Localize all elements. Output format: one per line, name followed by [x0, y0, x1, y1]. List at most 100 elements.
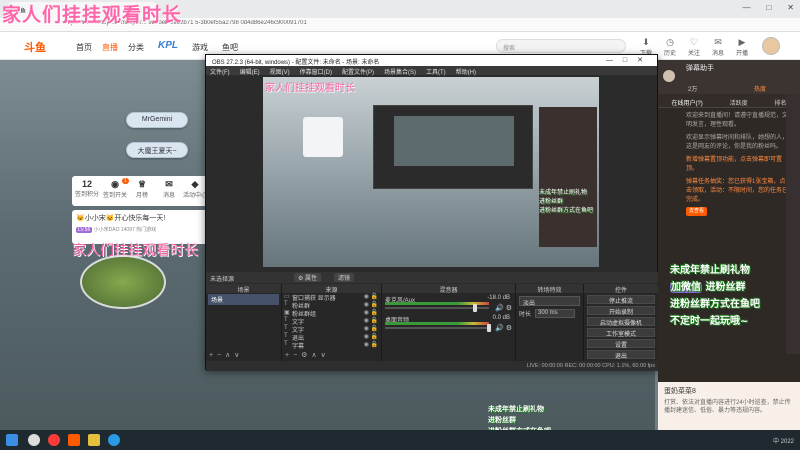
stat-monthly[interactable]: ♕ 月榜: [129, 179, 155, 199]
audio-meter: [385, 322, 489, 325]
eye-icon[interactable]: ◉: [364, 309, 369, 316]
slider-knob[interactable]: [486, 324, 491, 332]
lock-icon[interactable]: 🔓: [371, 333, 378, 340]
douyu-app-icon[interactable]: [68, 434, 80, 446]
app-icon[interactable]: [88, 434, 100, 446]
start-recording-button[interactable]: 开始录制: [587, 306, 655, 316]
minimize-icon[interactable]: —: [742, 3, 750, 12]
source-toolbar[interactable]: +−⚙∧∨: [285, 351, 330, 359]
lock-icon[interactable]: 🔓: [371, 309, 378, 316]
nav-live[interactable]: 直播: [102, 42, 118, 53]
properties-button[interactable]: ⚙ 属性: [294, 273, 322, 282]
windows-start-icon[interactable]: [6, 434, 18, 446]
menu-view[interactable]: 视图(V): [270, 67, 290, 76]
nav-games[interactable]: 游戏: [192, 42, 208, 53]
lock-icon[interactable]: 🔓: [371, 293, 378, 300]
source-item[interactable]: ▭ 窗口捕获 显示器 ◉ 🔓: [282, 293, 381, 302]
eye-icon[interactable]: ◉: [364, 317, 369, 324]
stat-signin[interactable]: ◉ 签到开关: [102, 179, 128, 199]
filters-button[interactable]: 滤镜: [334, 273, 355, 282]
nav-yuba[interactable]: 鱼吧: [222, 42, 238, 53]
mixer-channel: 麦克风/Aux -18.0 dB 🔊 ⚙: [385, 295, 512, 312]
site-logo[interactable]: 斗鱼: [24, 39, 46, 55]
history-icon[interactable]: ◷ 历史: [660, 37, 680, 57]
studio-mode-button[interactable]: 工作室模式: [587, 328, 655, 338]
settings-button[interactable]: 设置: [587, 339, 655, 349]
post-card[interactable]: 🐱小小宋🐱开心快乐每一天! LV.56 小小宋DAO 14097 热门游戏: [72, 210, 210, 244]
tab-rank[interactable]: 排名: [775, 98, 787, 107]
announcement-title: 蛋奶菜菜8: [664, 388, 696, 395]
eye-icon[interactable]: ◉: [364, 333, 369, 340]
lock-icon[interactable]: 🔓: [371, 301, 378, 308]
broadcast-icon[interactable]: ▶ 开播: [732, 37, 752, 57]
stat-message[interactable]: ✉ 消息: [156, 179, 182, 199]
obs-window-controls[interactable]: —□✕: [606, 56, 653, 64]
speaker-icon[interactable]: 🔊: [495, 304, 504, 312]
transition-select[interactable]: 淡出: [519, 296, 580, 307]
menu-profile[interactable]: 配置文件(P): [342, 67, 374, 76]
dock-mixer: 混音器 麦克风/Aux -18.0 dB 🔊 ⚙ 桌面音频 0.0 dB 🔊 ⚙: [382, 284, 516, 361]
nav-home[interactable]: 首页: [76, 42, 92, 53]
source-item[interactable]: T 字幕 ◉ 🔓: [282, 341, 381, 350]
source-item[interactable]: T 退出 ◉ 🔓: [282, 333, 381, 342]
hot-label: 热度: [754, 87, 767, 93]
close-icon[interactable]: ✕: [787, 3, 794, 12]
slider-knob[interactable]: [473, 304, 478, 312]
follow-icon[interactable]: ♡ 关注: [684, 37, 704, 57]
eye-icon[interactable]: ◉: [364, 325, 369, 332]
stop-streaming-button[interactable]: 停止推流: [587, 295, 655, 305]
viewer-pill: MrGemini: [126, 112, 188, 128]
gear-icon[interactable]: ⚙: [506, 304, 512, 312]
dock-title: 场景: [206, 284, 281, 294]
menu-scene-collection[interactable]: 场景集合(S): [384, 67, 416, 76]
obs-app-icon[interactable]: [28, 434, 40, 446]
app-icon[interactable]: [48, 434, 60, 446]
volume-slider[interactable]: [385, 324, 491, 332]
source-item[interactable]: T 文字 ◉ 🔓: [282, 317, 381, 326]
menu-file[interactable]: 文件(F): [210, 67, 230, 76]
dock-title: 控件: [584, 284, 658, 294]
menu-edit[interactable]: 编辑(E): [240, 67, 260, 76]
chat-panel: 弹幕助手 2万 热度 在线用户(?) 活跃度 排名 欢迎来到直播间！请遵守直播规…: [658, 60, 800, 430]
lock-icon[interactable]: 🔓: [371, 341, 378, 348]
search-input[interactable]: 搜索: [496, 39, 626, 53]
eye-icon[interactable]: ◉: [364, 301, 369, 308]
obs-preview[interactable]: 家人们挂挂观看时长 未成年禁止刷礼物 进粉丝群 进粉丝群方式在鱼吧: [263, 77, 599, 267]
menu-tools[interactable]: 工具(T): [426, 67, 446, 76]
lock-icon[interactable]: 🔓: [371, 325, 378, 332]
lock-icon[interactable]: 🔓: [371, 317, 378, 324]
task-view-button[interactable]: 去查看: [686, 207, 708, 216]
scene-item[interactable]: 场景: [208, 294, 279, 305]
obs-titlebar: OBS 27.2.3 (64-bit, windows) - 配置文件: 未命名…: [206, 55, 657, 66]
volume-slider[interactable]: [385, 304, 489, 312]
menu-docks[interactable]: 停靠窗口(D): [300, 67, 332, 76]
eye-icon[interactable]: ◉: [364, 341, 369, 348]
duration-input[interactable]: 300 ms: [535, 309, 575, 318]
obs-window[interactable]: OBS 27.2.3 (64-bit, windows) - 配置文件: 未命名…: [205, 54, 659, 371]
exit-button[interactable]: 退出: [587, 350, 655, 360]
menu-help[interactable]: 帮助(H): [456, 67, 476, 76]
chat-message: 欢迎来到直播间！请遵守直播规范，文明发言，理性观看。: [686, 113, 789, 128]
message-icon[interactable]: ✉ 消息: [708, 37, 728, 57]
image-icon: ▣: [284, 310, 290, 316]
obs-source-toolbar: 未选择源 ⚙ 属性 滤镜: [206, 272, 659, 283]
avatar[interactable]: [762, 37, 780, 55]
nav-category[interactable]: 分类: [128, 42, 144, 53]
edge-browser-icon[interactable]: [108, 434, 120, 446]
eye-icon[interactable]: ◉: [364, 293, 369, 300]
obs-menubar: 文件(F) 编辑(E) 视图(V) 停靠窗口(D) 配置文件(P) 场景集合(S…: [206, 66, 657, 76]
source-item[interactable]: T 粉丝群 ◉ 🔓: [282, 301, 381, 310]
speaker-icon[interactable]: 🔊: [495, 324, 504, 332]
source-item[interactable]: ▣ 粉丝群组 ◉ 🔓: [282, 309, 381, 318]
stat-points[interactable]: 12 签到积分: [74, 179, 100, 198]
source-item[interactable]: T 文字 ◉ 🔓: [282, 325, 381, 334]
tab-activity[interactable]: 活跃度: [730, 98, 748, 107]
tab-online-users[interactable]: 在线用户(?): [671, 98, 702, 107]
avatar[interactable]: [663, 70, 675, 82]
gear-icon[interactable]: ⚙: [506, 324, 512, 332]
scene-toolbar[interactable]: +−∧∨: [209, 351, 243, 359]
chat-message: 欢迎显示弹幕时间和排队，她想的人，这是网友的评论，你是我的粉丝吗。: [686, 135, 789, 150]
nav-kpl[interactable]: KPL: [158, 40, 178, 51]
maximize-icon[interactable]: □: [766, 3, 771, 12]
virtual-camera-button[interactable]: 启动虚拟摄像机: [587, 317, 655, 327]
